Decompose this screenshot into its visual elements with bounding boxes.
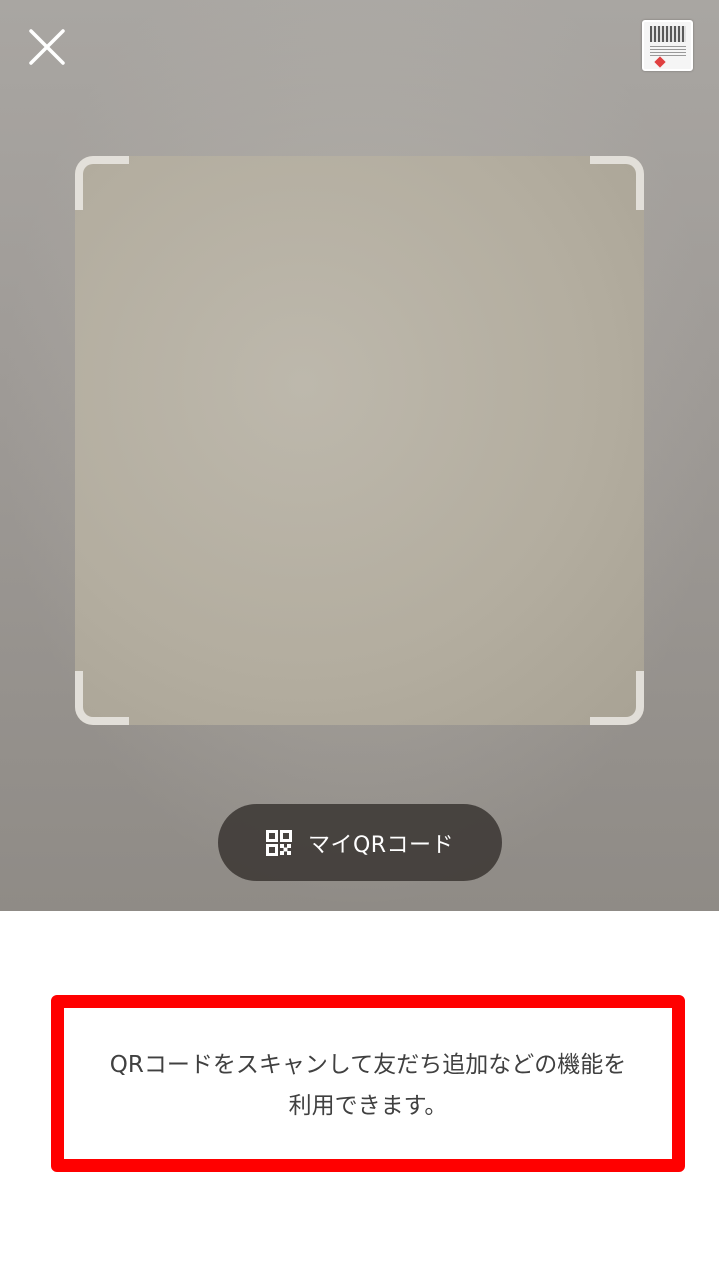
scan-corner-top-right (590, 156, 644, 210)
close-button[interactable] (26, 26, 68, 68)
my-qr-code-label: マイQRコード (307, 832, 455, 858)
info-text-line-2: 利用できます。 (288, 1092, 448, 1119)
my-qr-code-button[interactable]: マイQRコード (218, 804, 502, 881)
scan-corner-bottom-right (590, 671, 644, 725)
camera-viewfinder: マイQRコード (0, 0, 719, 911)
scan-corner-bottom-left (75, 671, 129, 725)
qr-code-icon (265, 829, 292, 856)
thumbnail-image (650, 26, 686, 42)
scan-frame (75, 156, 644, 725)
close-icon (29, 29, 65, 65)
info-text-line-1: QRコードをスキャンして友だち追加などの機能を (109, 1051, 627, 1078)
gallery-thumbnail-button[interactable] (642, 20, 693, 71)
scan-corner-top-left (75, 156, 129, 210)
info-message-box: QRコードをスキャンして友だち追加などの機能を 利用できます。 (51, 995, 685, 1172)
